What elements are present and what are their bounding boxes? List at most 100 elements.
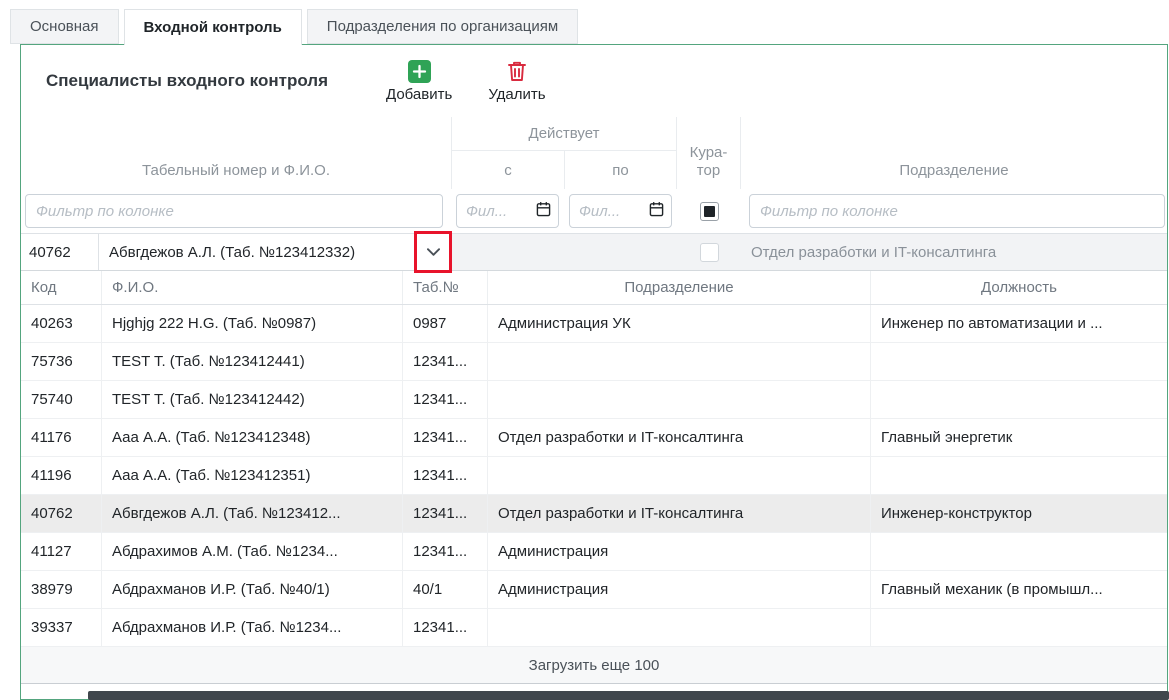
add-button-label: Добавить (386, 86, 452, 103)
cell-tab: 12341... (403, 609, 488, 646)
employee-combobox[interactable]: 40762 Абвгдежов А.Л. (Таб. №123412332) (21, 234, 451, 270)
calendar-icon (649, 201, 664, 222)
tab-main[interactable]: Основная (10, 9, 119, 44)
cell-division: Администрация УК (488, 305, 871, 342)
filter-cell-division (741, 189, 1167, 233)
column-header-personnel-fio: Табельный номер и Ф.И.О. (21, 117, 451, 189)
cell-tab: 12341... (403, 343, 488, 380)
load-more-button[interactable]: Загрузить еще 100 (21, 647, 1167, 683)
cell-position: Инженер по автоматизации и ... (871, 305, 1167, 342)
delete-button[interactable]: Удалить (488, 59, 545, 103)
panel-title: Специалисты входного контроля (46, 71, 328, 91)
cell-division (488, 343, 871, 380)
dropdown-row[interactable]: 38979 Абдрахманов И.Р. (Таб. №40/1) 40/1… (21, 571, 1167, 609)
cell-tab: 12341... (403, 533, 488, 570)
curator-checkbox[interactable] (700, 243, 719, 262)
dropdown-row-selected[interactable]: 40762 Абвгдежов А.Л. (Таб. №123412... 12… (21, 495, 1167, 533)
cell-fio: Абдрахимов А.М. (Таб. №1234... (102, 533, 403, 570)
chevron-down-icon (427, 243, 440, 261)
cell-position (871, 343, 1167, 380)
panel-header: Специалисты входного контроля Добавить У… (21, 45, 1167, 117)
filter-cell-fio (21, 189, 451, 233)
cell-fio: Hjghjg 222 H.G. (Таб. №0987) (102, 305, 403, 342)
tab-input-control[interactable]: Входной контроль (124, 9, 302, 45)
edit-valid-to-cell (564, 234, 677, 270)
combobox-dropdown-button[interactable] (417, 234, 451, 270)
grid-edit-row: 40762 Абвгдежов А.Л. (Таб. №123412332) О… (21, 233, 1167, 271)
trash-icon (507, 59, 527, 83)
cell-tab: 12341... (403, 381, 488, 418)
cell-position: Инженер-конструктор (871, 495, 1167, 532)
filter-cell-curator (677, 189, 741, 233)
cell-division: Отдел разработки и IT-консалтинга (488, 419, 871, 456)
cell-code: 39337 (21, 609, 102, 646)
cell-fio: Абдрахманов И.Р. (Таб. №1234... (102, 609, 403, 646)
cell-division: Администрация (488, 533, 871, 570)
dropdown-row[interactable]: 40263 Hjghjg 222 H.G. (Таб. №0987) 0987 … (21, 305, 1167, 343)
cell-position: Главный механик (в промышл... (871, 571, 1167, 608)
date-from-placeholder: Фил... (466, 203, 507, 220)
fio-filter-input[interactable] (25, 194, 443, 228)
dropdown-row[interactable]: 39337 Абдрахманов И.Р. (Таб. №1234... 12… (21, 609, 1167, 647)
cell-fio: Абдрахманов И.Р. (Таб. №40/1) (102, 571, 403, 608)
dropdown-row[interactable]: 41127 Абдрахимов А.М. (Таб. №1234... 123… (21, 533, 1167, 571)
dropdown-header-fio: Ф.И.О. (102, 271, 403, 304)
employee-code-value: 40762 (21, 234, 99, 270)
cell-code: 41176 (21, 419, 102, 456)
cell-division (488, 457, 871, 494)
cell-fio: Ааа А.А. (Таб. №123412348) (102, 419, 403, 456)
cell-fio: Ааа А.А. (Таб. №123412351) (102, 457, 403, 494)
edit-curator-cell (677, 234, 741, 270)
horizontal-scrollbar[interactable] (88, 691, 1169, 700)
division-filter-input[interactable] (749, 194, 1165, 228)
cell-fio: TEST T. (Таб. №123412441) (102, 343, 403, 380)
dropdown-header-code: Код (21, 271, 102, 304)
cell-division: Отдел разработки и IT-консалтинга (488, 495, 871, 532)
plus-icon (408, 59, 431, 83)
dropdown-row[interactable]: 75736 TEST T. (Таб. №123412441) 12341... (21, 343, 1167, 381)
cell-division: Администрация (488, 571, 871, 608)
employee-fio-value: Абвгдежов А.Л. (Таб. №123412332) (99, 234, 417, 270)
dropdown-header-tab: Таб.№ (403, 271, 488, 304)
dropdown-header-row: Код Ф.И.О. Таб.№ Подразделение Должность (21, 271, 1167, 305)
dropdown-row[interactable]: 41176 Ааа А.А. (Таб. №123412348) 12341..… (21, 419, 1167, 457)
cell-fio: Абвгдежов А.Л. (Таб. №123412... (102, 495, 403, 532)
cell-code: 41196 (21, 457, 102, 494)
edit-row-other-cells: Отдел разработки и IT-консалтинга (451, 234, 1167, 270)
edit-valid-from-cell (451, 234, 564, 270)
edit-division-value: Отдел разработки и IT-консалтинга (741, 234, 1167, 270)
calendar-icon (536, 201, 551, 222)
delete-button-label: Удалить (488, 86, 545, 103)
tab-bar: Основная Входной контроль Подразделения … (10, 9, 578, 45)
date-from-filter[interactable]: Фил... (456, 194, 559, 228)
column-header-curator: Кура-тор (677, 117, 741, 189)
column-header-valid-to: по (564, 151, 677, 189)
cell-tab: 0987 (403, 305, 488, 342)
dropdown-header-position: Должность (871, 271, 1167, 304)
dropdown-row[interactable]: 41196 Ааа А.А. (Таб. №123412351) 12341..… (21, 457, 1167, 495)
cell-tab: 12341... (403, 495, 488, 532)
tab-divisions-by-org[interactable]: Подразделения по организациям (307, 9, 578, 44)
cell-code: 38979 (21, 571, 102, 608)
cell-position (871, 381, 1167, 418)
column-group-valid: Действует (451, 117, 677, 151)
grid-header: Табельный номер и Ф.И.О. Действует с по … (21, 117, 1167, 233)
cell-position (871, 457, 1167, 494)
input-control-screen: Основная Входной контроль Подразделения … (0, 0, 1169, 700)
column-header-division: Подразделение (741, 117, 1167, 189)
toolbar: Добавить Удалить (386, 59, 546, 103)
cell-division (488, 609, 871, 646)
cell-position (871, 609, 1167, 646)
dropdown-row[interactable]: 75740 TEST T. (Таб. №123412442) 12341... (21, 381, 1167, 419)
cell-code: 75736 (21, 343, 102, 380)
checkbox-indeterminate-mark (704, 206, 715, 217)
cell-position (871, 533, 1167, 570)
filter-cell-from: Фил... (451, 189, 564, 233)
add-button[interactable]: Добавить (386, 59, 452, 103)
cell-code: 40263 (21, 305, 102, 342)
cell-tab: 12341... (403, 419, 488, 456)
cell-code: 75740 (21, 381, 102, 418)
curator-filter-checkbox[interactable] (700, 202, 719, 221)
date-to-filter[interactable]: Фил... (569, 194, 672, 228)
cell-code: 40762 (21, 495, 102, 532)
